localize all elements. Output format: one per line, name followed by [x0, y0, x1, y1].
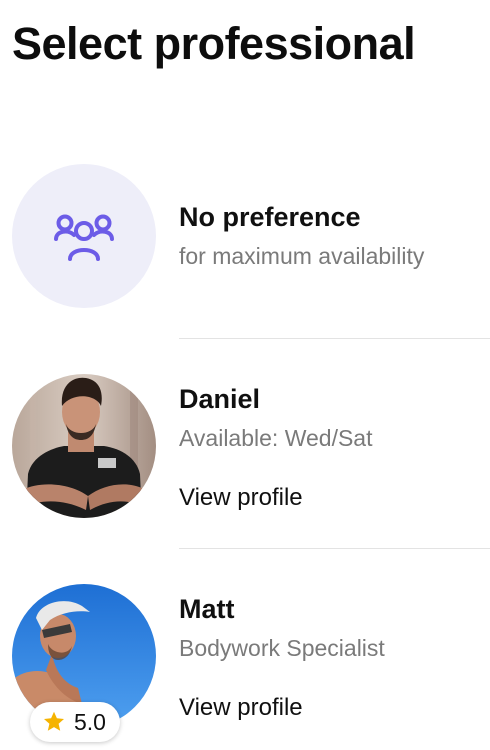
star-icon [44, 711, 64, 731]
avatar-container: 5.0 [12, 584, 156, 742]
avatar-container [12, 164, 156, 308]
professional-name: No preference [179, 202, 361, 232]
avatar-photo [12, 374, 156, 518]
rating-value: 5.0 [74, 708, 106, 735]
avatar [12, 374, 156, 518]
option-info: No preference for maximum availability [179, 204, 424, 268]
professional-option-daniel[interactable]: Daniel Available: Wed/Sat View profile [0, 370, 490, 560]
professional-option-no-preference[interactable]: No preference for maximum availability [0, 160, 490, 310]
divider [179, 548, 490, 549]
group-people-icon [54, 214, 114, 261]
view-profile-link[interactable]: View profile [179, 484, 303, 512]
rating-badge: 5.0 [30, 702, 120, 742]
professional-name: Matt [179, 594, 235, 624]
option-info: Daniel Available: Wed/Sat [179, 386, 373, 450]
availability-text: Available: Wed/Sat [179, 425, 373, 451]
professional-name: Daniel [179, 384, 261, 414]
view-profile-link[interactable]: View profile [179, 694, 303, 722]
no-preference-avatar [12, 164, 156, 308]
avatar-container [12, 374, 156, 518]
divider [179, 338, 490, 339]
specialty-text: Bodywork Specialist [179, 635, 385, 661]
page-title: Select professional [12, 18, 416, 69]
option-info: Matt Bodywork Specialist [179, 596, 385, 660]
professional-option-matt[interactable]: 5.0 Matt Bodywork Specialist View profil… [0, 580, 490, 750]
professional-subtitle: for maximum availability [179, 243, 425, 269]
